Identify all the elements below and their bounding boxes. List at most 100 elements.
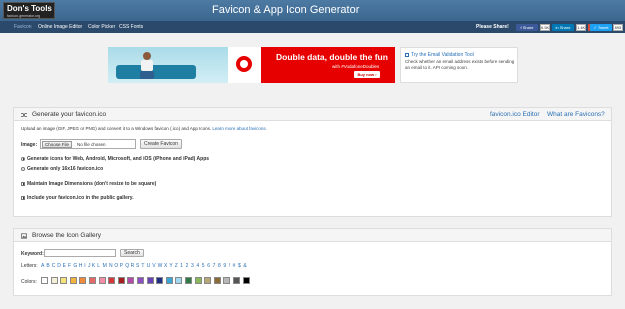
color-swatch[interactable] <box>223 277 231 284</box>
create-favicon-button[interactable]: Create Favicon <box>140 139 182 149</box>
site-logo[interactable]: Don's Tools favicon-generator.org <box>3 2 55 19</box>
color-swatch[interactable] <box>213 277 221 284</box>
letter-link[interactable]: F <box>68 263 71 269</box>
image-label: Image: <box>21 142 38 148</box>
color-swatch[interactable] <box>194 277 202 284</box>
color-swatch[interactable] <box>233 277 240 284</box>
linkedin-share-label: Share <box>559 24 571 30</box>
letter-link[interactable]: B <box>46 263 49 269</box>
letter-link[interactable]: H <box>79 263 83 269</box>
color-swatch[interactable] <box>41 277 48 284</box>
color-swatch[interactable] <box>127 277 135 284</box>
letter-link[interactable]: 4 <box>196 263 199 269</box>
nav-item-online-image-editor[interactable]: Online Image Editor <box>38 24 82 30</box>
option-label: Include your favicon.ico in the public g… <box>27 195 134 201</box>
letter-link[interactable]: V <box>152 263 155 269</box>
letter-link[interactable]: X <box>164 263 167 269</box>
site-title: Favicon & App Icon Generator <box>212 4 360 16</box>
file-input[interactable]: Choose File No file chosen <box>40 139 136 149</box>
letter-link[interactable]: C <box>52 263 56 269</box>
letters-label: Letters: <box>21 263 38 269</box>
email-tool-promo: Try the Email Validation Tool Check whet… <box>400 47 518 83</box>
color-swatch[interactable] <box>185 277 192 284</box>
color-swatch[interactable] <box>165 277 173 284</box>
letter-link[interactable]: D <box>57 263 61 269</box>
option-public-gallery[interactable]: Include your favicon.ico in the public g… <box>21 195 134 201</box>
letter-link[interactable]: 8 <box>218 263 221 269</box>
letter-link[interactable]: G <box>73 263 77 269</box>
what-are-favicons-link[interactable]: What are Favicons? <box>547 111 605 118</box>
letter-link[interactable]: J <box>88 263 91 269</box>
letter-link[interactable]: 7 <box>213 263 216 269</box>
keyword-input[interactable] <box>44 249 116 257</box>
color-swatch[interactable] <box>242 277 250 284</box>
letter-link[interactable]: ! <box>229 263 230 269</box>
no-file-text: No file chosen <box>77 142 106 147</box>
nav-item-css-fonts[interactable]: CSS Fonts <box>119 24 143 30</box>
nav-item-favicon[interactable]: Favicon <box>14 24 32 30</box>
letter-link[interactable]: 9 <box>223 263 226 269</box>
letter-link[interactable]: K <box>92 263 95 269</box>
letter-link[interactable]: E <box>63 263 66 269</box>
favicon-editor-link[interactable]: favicon.ico Editor <box>490 111 540 118</box>
checkbox-checked[interactable] <box>21 181 25 186</box>
choose-file-button[interactable]: Choose File <box>42 141 73 148</box>
option-generate-16x16-only[interactable]: Generate only 16x16 favicon.ico <box>21 166 103 172</box>
checkbox-checked[interactable] <box>21 195 25 200</box>
color-swatch[interactable] <box>204 277 212 284</box>
letter-link[interactable]: S <box>136 263 139 269</box>
color-swatch[interactable] <box>89 277 96 284</box>
color-swatch[interactable] <box>146 277 154 284</box>
color-swatch[interactable] <box>69 277 77 284</box>
color-swatch[interactable] <box>137 277 144 284</box>
color-swatch[interactable] <box>50 277 58 284</box>
color-swatch[interactable] <box>98 277 106 284</box>
radio-button[interactable] <box>21 166 25 171</box>
letter-link[interactable]: 3 <box>191 263 194 269</box>
color-swatch[interactable] <box>60 277 68 284</box>
letter-link[interactable]: Q <box>125 263 129 269</box>
letter-link[interactable]: N <box>109 263 113 269</box>
letter-link[interactable]: & <box>243 263 246 269</box>
gallery-panel: Browse the Icon Gallery Keyword: Search … <box>13 228 612 296</box>
nav-item-color-picker[interactable]: Color Picker <box>88 24 115 30</box>
search-button[interactable]: Search <box>120 249 144 257</box>
vodafone-logo-icon <box>236 56 252 72</box>
ad-person-image <box>140 52 154 79</box>
color-swatch[interactable] <box>117 277 125 284</box>
letter-link[interactable]: # <box>233 263 236 269</box>
letter-link[interactable]: 5 <box>202 263 205 269</box>
colors-label: Colors: <box>21 279 37 285</box>
letter-link[interactable]: Z <box>175 263 178 269</box>
learn-more-link[interactable]: Learn more about favicons. <box>212 126 267 131</box>
option-generate-all-apps[interactable]: Generate icons for Web, Android, Microso… <box>21 156 209 162</box>
linkedin-share-button[interactable]: in Share <box>552 23 574 31</box>
letter-link[interactable]: 1 <box>180 263 183 269</box>
facebook-share-button[interactable]: f Share <box>516 23 538 31</box>
letter-link[interactable]: R <box>131 263 135 269</box>
twitter-share-button[interactable]: ✓ Tweet <box>590 23 612 31</box>
letter-link[interactable]: T <box>141 263 144 269</box>
color-swatch[interactable] <box>108 277 116 284</box>
letter-link[interactable]: W <box>158 263 163 269</box>
top-nav: Favicon Online Image Editor Color Picker… <box>0 21 625 33</box>
email-tool-link[interactable]: Try the Email Validation Tool <box>405 52 474 58</box>
letter-link[interactable]: U <box>147 263 151 269</box>
ad-banner[interactable]: Double data, double the fun with #Vodafo… <box>108 47 395 83</box>
letter-link[interactable]: Y <box>169 263 172 269</box>
letter-link[interactable]: A <box>41 263 44 269</box>
letter-link[interactable]: M <box>103 263 107 269</box>
ad-buy-button[interactable]: Buy now › <box>354 71 380 78</box>
letter-link[interactable]: 6 <box>207 263 210 269</box>
letter-link[interactable]: P <box>120 263 123 269</box>
letter-link[interactable]: $ <box>238 263 241 269</box>
letter-link[interactable]: I <box>84 263 85 269</box>
color-swatch[interactable] <box>175 277 183 284</box>
radio-button-checked[interactable] <box>21 156 25 161</box>
option-maintain-dimensions[interactable]: Maintain Image Dimensions (don't resize … <box>21 181 156 187</box>
letter-link[interactable]: L <box>97 263 100 269</box>
letter-link[interactable]: O <box>114 263 118 269</box>
color-swatch[interactable] <box>79 277 87 284</box>
color-swatch[interactable] <box>156 277 164 284</box>
letter-link[interactable]: 2 <box>186 263 189 269</box>
